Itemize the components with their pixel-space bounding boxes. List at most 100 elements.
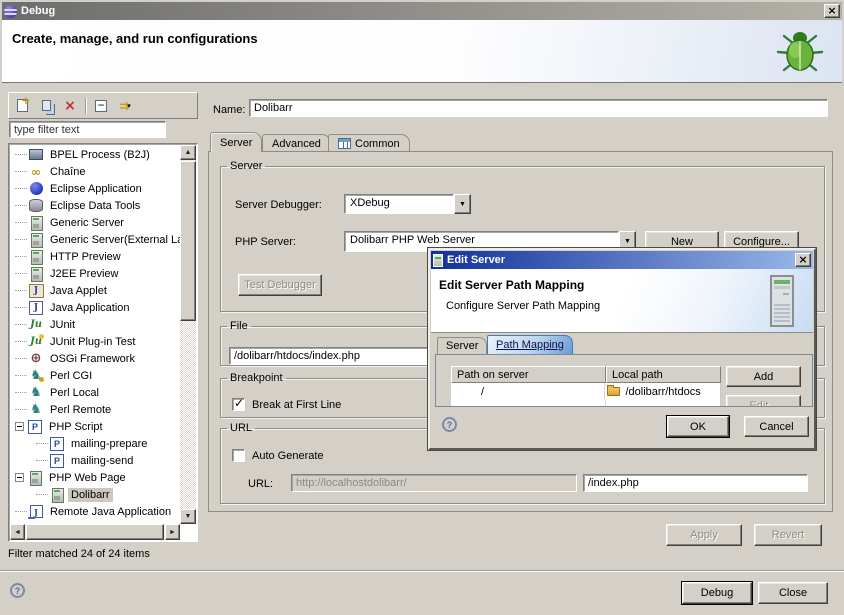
scroll-down-icon[interactable]: ▼ bbox=[180, 509, 196, 524]
dialog-close-icon[interactable]: × bbox=[795, 253, 811, 267]
table-row[interactable]: / /dolibarr/htdocs bbox=[451, 383, 721, 400]
tree-item-label: J2EE Preview bbox=[47, 267, 121, 281]
tree-item-perl-remote[interactable]: Perl Remote bbox=[10, 401, 180, 418]
hscroll-thumb[interactable] bbox=[26, 524, 164, 540]
tree-vscrollbar[interactable]: ▲ ▼ bbox=[180, 145, 196, 524]
tree-item-cha-ne[interactable]: Chaîne bbox=[10, 163, 180, 180]
new-configuration-icon[interactable] bbox=[13, 97, 31, 115]
filter-icon[interactable]: ⇉▾ bbox=[116, 97, 134, 115]
tree-item-php-script[interactable]: PHP Script bbox=[10, 418, 180, 435]
help-icon[interactable]: ? bbox=[10, 583, 25, 598]
server-icon bbox=[433, 254, 443, 267]
close-button[interactable]: Close bbox=[758, 582, 828, 604]
tree-item-bpel-process-b2j[interactable]: BPEL Process (B2J) bbox=[10, 146, 180, 163]
ok-button[interactable]: OK bbox=[667, 416, 729, 437]
tree-item-eclipse-application[interactable]: Eclipse Application bbox=[10, 180, 180, 197]
tree-connector bbox=[15, 256, 27, 257]
tree-item-label: Eclipse Data Tools bbox=[47, 199, 143, 213]
cancel-button[interactable]: Cancel bbox=[744, 416, 809, 437]
server-path-cell: / bbox=[451, 383, 605, 400]
duplicate-icon[interactable] bbox=[37, 97, 55, 115]
tree-item-label: mailing-send bbox=[68, 454, 136, 468]
auto-generate-checkbox[interactable] bbox=[232, 449, 245, 462]
tree-item-label: Java Application bbox=[47, 301, 133, 315]
url-auto-input[interactable] bbox=[291, 474, 577, 492]
tree-hscrollbar[interactable]: ◄ ► bbox=[10, 524, 180, 540]
scroll-right-icon[interactable]: ► bbox=[165, 524, 180, 540]
tree-item-dolibarr[interactable]: Dolibarr bbox=[10, 486, 180, 503]
tree-item-j2ee-preview[interactable]: J2EE Preview bbox=[10, 265, 180, 282]
dropdown-arrow-icon: ▾ bbox=[127, 102, 131, 110]
url-path-input[interactable] bbox=[583, 474, 808, 492]
local-path-cell: /dolibarr/htdocs bbox=[625, 386, 700, 398]
chevron-down-icon[interactable]: ▼ bbox=[454, 194, 471, 214]
tree-item-mailing-send[interactable]: mailing-send bbox=[10, 452, 180, 469]
tree-item-java-applet[interactable]: Java Applet bbox=[10, 282, 180, 299]
vscroll-thumb[interactable] bbox=[180, 161, 196, 321]
tree-item-junit-plug-in-test[interactable]: JUnit Plug-in Test bbox=[10, 333, 180, 350]
dialog-tab-path-mapping[interactable]: Path Mapping bbox=[487, 335, 573, 354]
database-icon bbox=[28, 198, 44, 213]
tree-item-label: mailing-prepare bbox=[68, 437, 150, 451]
filter-status: Filter matched 24 of 24 items bbox=[8, 548, 150, 560]
collapse-toggle-icon[interactable] bbox=[15, 422, 24, 431]
filter-input[interactable] bbox=[9, 121, 166, 138]
tab-server[interactable]: Server bbox=[210, 132, 262, 152]
tree-item-generic-server-external-la[interactable]: Generic Server(External La bbox=[10, 231, 180, 248]
url-label: URL: bbox=[248, 478, 273, 490]
tree-item-label: Perl Remote bbox=[47, 403, 114, 417]
tree-item-php-web-page[interactable]: PHP Web Page bbox=[10, 469, 180, 486]
window-titlebar[interactable]: Debug × bbox=[2, 2, 842, 20]
column-header-path-on-server[interactable]: Path on server bbox=[451, 366, 606, 383]
dialog-help-icon[interactable]: ? bbox=[442, 417, 457, 432]
tree-connector bbox=[15, 307, 27, 308]
break-first-line-checkbox[interactable] bbox=[232, 398, 245, 411]
edit-button[interactable]: Edit... bbox=[726, 395, 801, 407]
tree-item-mailing-prepare[interactable]: mailing-prepare bbox=[10, 435, 180, 452]
server-icon bbox=[28, 232, 44, 247]
tree-item-java-application[interactable]: Java Application bbox=[10, 299, 180, 316]
collapse-all-icon[interactable]: − bbox=[92, 97, 110, 115]
name-label: Name: bbox=[213, 104, 245, 116]
apply-button[interactable]: Apply bbox=[666, 524, 742, 546]
tree-connector bbox=[15, 409, 27, 410]
tree-connector bbox=[36, 443, 48, 444]
tree-item-generic-server[interactable]: Generic Server bbox=[10, 214, 180, 231]
tab-advanced[interactable]: Advanced bbox=[262, 134, 331, 152]
footer-divider bbox=[0, 570, 844, 571]
tree-item-perl-cgi[interactable]: Perl CGI bbox=[10, 367, 180, 384]
dialog-titlebar[interactable]: Edit Server × bbox=[431, 251, 813, 269]
config-tree: BPEL Process (B2J) ChaîneEclipse Applicat… bbox=[10, 146, 180, 524]
tree-item-perl-local[interactable]: Perl Local bbox=[10, 384, 180, 401]
dialog-tab-server[interactable]: Server bbox=[437, 337, 487, 354]
tree-item-eclipse-data-tools[interactable]: Eclipse Data Tools bbox=[10, 197, 180, 214]
tab-common[interactable]: Common bbox=[328, 134, 410, 152]
column-header-local-path[interactable]: Local path bbox=[606, 366, 721, 383]
auto-generate-label: Auto Generate bbox=[252, 450, 324, 462]
test-debugger-button[interactable]: Test Debugger bbox=[238, 274, 322, 296]
name-input[interactable] bbox=[249, 99, 828, 117]
tree-item-label: Chaîne bbox=[47, 165, 88, 179]
tree-item-http-preview[interactable]: HTTP Preview bbox=[10, 248, 180, 265]
scroll-left-icon[interactable]: ◄ bbox=[10, 524, 25, 540]
remote-java-icon bbox=[28, 504, 44, 519]
tree-item-label: PHP Web Page bbox=[46, 471, 129, 485]
server-debugger-combo[interactable]: XDebug ▼ bbox=[344, 194, 471, 214]
collapse-toggle-icon[interactable] bbox=[15, 473, 24, 482]
dialog-header: Edit Server Path Mapping Configure Serve… bbox=[431, 269, 813, 333]
banner-title: Create, manage, and run configurations bbox=[12, 31, 258, 46]
tree-item-remote-java-application[interactable]: Remote Java Application bbox=[10, 503, 180, 520]
close-icon[interactable]: × bbox=[824, 4, 840, 18]
scroll-up-icon[interactable]: ▲ bbox=[180, 145, 196, 160]
window-title: Debug bbox=[21, 5, 55, 17]
tree-item-label: HTTP Preview bbox=[47, 250, 124, 264]
tree-item-junit[interactable]: JUnit bbox=[10, 316, 180, 333]
delete-icon[interactable]: × bbox=[61, 97, 79, 115]
revert-button[interactable]: Revert bbox=[754, 524, 822, 546]
add-button[interactable]: Add bbox=[726, 366, 801, 387]
tree-item-label: OSGi Framework bbox=[47, 352, 138, 366]
debug-button[interactable]: Debug bbox=[682, 582, 752, 604]
configuration-tree: BPEL Process (B2J) ChaîneEclipse Applicat… bbox=[8, 143, 198, 542]
banner: Create, manage, and run configurations bbox=[2, 20, 842, 83]
tree-item-osgi-framework[interactable]: OSGi Framework bbox=[10, 350, 180, 367]
